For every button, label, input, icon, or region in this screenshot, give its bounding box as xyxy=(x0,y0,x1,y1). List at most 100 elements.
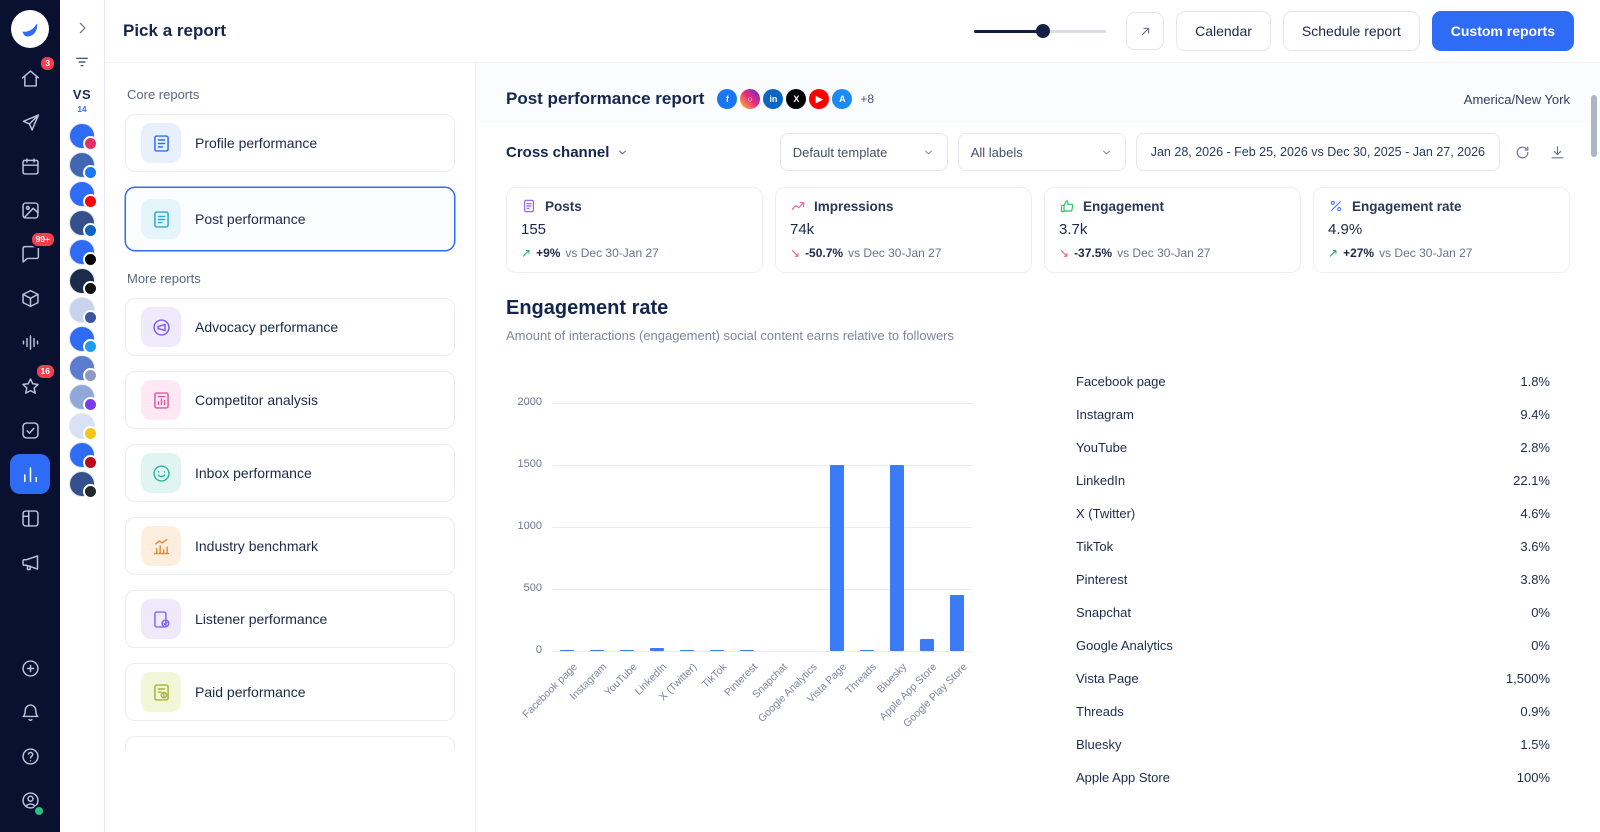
sidebar-item-listening[interactable] xyxy=(10,322,50,362)
posts-icon xyxy=(521,198,537,214)
schedule-report-button[interactable]: Schedule report xyxy=(1283,11,1420,51)
filter-profiles-icon[interactable] xyxy=(70,50,94,74)
sidebar-item-reports[interactable] xyxy=(10,454,50,494)
profile-avatar[interactable] xyxy=(69,181,95,207)
profile-avatar[interactable] xyxy=(69,442,95,468)
zoom-slider-knob[interactable] xyxy=(1036,24,1050,38)
sidebar-item-calendar[interactable] xyxy=(10,146,50,186)
rate-row-value: 100% xyxy=(1517,770,1550,785)
rate-row-name: X (Twitter) xyxy=(1076,506,1135,521)
profile-avatar[interactable] xyxy=(69,326,95,352)
collapse-panel-chevron-icon[interactable] xyxy=(70,16,94,40)
report-card-post-performance[interactable]: Post performance xyxy=(125,187,455,251)
download-icon[interactable] xyxy=(1545,140,1570,165)
rate-row-tiktok: TikTok3.6% xyxy=(1076,530,1550,563)
report-card-competitor-analysis[interactable]: Competitor analysis xyxy=(125,371,455,429)
sidebar-item-notifications[interactable] xyxy=(10,692,50,732)
bar-vista-page xyxy=(830,465,844,651)
sidebar-item-inbox[interactable]: 99+ xyxy=(10,234,50,274)
profile-avatar[interactable] xyxy=(69,152,95,178)
profile-avatar[interactable] xyxy=(69,239,95,265)
listener-report-icon xyxy=(141,599,181,639)
report-card-partial[interactable] xyxy=(125,736,455,750)
report-card-advocacy-performance[interactable]: Advocacy performance xyxy=(125,298,455,356)
delta-percent: +27% xyxy=(1343,246,1374,260)
instagram-icon[interactable]: ○ xyxy=(740,89,760,109)
sidebar-item-publishing[interactable] xyxy=(10,102,50,142)
report-card-listener-performance[interactable]: Listener performance xyxy=(125,590,455,648)
profile-avatar[interactable] xyxy=(69,210,95,236)
date-range-picker[interactable]: Jan 28, 2026 - Feb 25, 2026 vs Dec 30, 2… xyxy=(1136,133,1500,171)
sidebar-item-home[interactable]: 3 xyxy=(10,58,50,98)
app-logo[interactable] xyxy=(11,10,49,48)
calendar-button[interactable]: Calendar xyxy=(1176,11,1271,51)
delta-compare-label: vs Dec 30-Jan 27 xyxy=(1117,246,1210,260)
report-card-paid-performance[interactable]: Paid performance xyxy=(125,663,455,721)
report-controls: Default template All labels Jan 28, 2026… xyxy=(780,133,1570,171)
report-card-industry-benchmark[interactable]: Industry benchmark xyxy=(125,517,455,575)
profile-avatar[interactable] xyxy=(69,384,95,410)
notification-badge: 16 xyxy=(35,363,56,380)
expand-icon[interactable] xyxy=(1126,12,1164,50)
help-circle-icon xyxy=(20,746,41,767)
youtube-icon[interactable]: ▶ xyxy=(809,89,829,109)
x-twitter-icon[interactable]: X xyxy=(786,89,806,109)
rate-row-value: 9.4% xyxy=(1520,407,1550,422)
profile-group[interactable]: VS 14 xyxy=(73,86,91,114)
report-card-profile-performance[interactable]: Profile performance xyxy=(125,114,455,172)
platform-badge-icon xyxy=(83,339,98,354)
custom-reports-button[interactable]: Custom reports xyxy=(1432,11,1574,51)
gridline xyxy=(552,465,972,466)
rate-row-name: Pinterest xyxy=(1076,572,1127,587)
sidebar-item-add[interactable] xyxy=(10,648,50,688)
platform-badge-icon xyxy=(83,455,98,470)
delta-percent: +9% xyxy=(536,246,560,260)
sidebar-item-advocacy[interactable] xyxy=(10,542,50,582)
rate-row-value: 3.8% xyxy=(1520,572,1550,587)
report-card-label: Inbox performance xyxy=(195,465,312,481)
gridline xyxy=(552,527,972,528)
delta-percent: -37.5% xyxy=(1074,246,1112,260)
sidebar-item-media[interactable] xyxy=(10,190,50,230)
rate-row-name: TikTok xyxy=(1076,539,1113,554)
linkedin-icon[interactable]: in xyxy=(763,89,783,109)
media-icon xyxy=(20,200,41,221)
stat-delta: ↗+9%vs Dec 30-Jan 27 xyxy=(521,246,748,260)
rate-row-apple-app-store: Apple App Store100% xyxy=(1076,761,1550,794)
profile-avatar[interactable] xyxy=(69,355,95,381)
sidebar-item-account[interactable] xyxy=(10,780,50,820)
rate-row-linkedin: LinkedIn22.1% xyxy=(1076,464,1550,497)
refresh-icon[interactable] xyxy=(1510,140,1535,165)
stat-card-engagement: Engagement3.7k↘-37.5%vs Dec 30-Jan 27 xyxy=(1044,187,1301,273)
facebook-icon[interactable]: f xyxy=(717,89,737,109)
top-actions: Calendar Schedule report Custom reports xyxy=(974,11,1574,51)
sidebar-item-help[interactable] xyxy=(10,736,50,776)
viz-row: 0500100015002000Facebook pageInstagramYo… xyxy=(506,351,1570,794)
rate-row-name: Instagram xyxy=(1076,407,1134,422)
profile-avatar[interactable] xyxy=(69,297,95,323)
extra-platforms-count[interactable]: +8 xyxy=(860,92,874,106)
profile-avatar[interactable] xyxy=(69,123,95,149)
report-card-label: Advocacy performance xyxy=(195,319,338,335)
labels-select[interactable]: All labels xyxy=(958,133,1126,171)
platform-badge-icon xyxy=(83,368,98,383)
sidebar-item-social-box[interactable] xyxy=(10,278,50,318)
scrollbar[interactable] xyxy=(1591,95,1597,157)
sidebar-item-boards[interactable] xyxy=(10,498,50,538)
zoom-slider[interactable] xyxy=(974,24,1106,38)
template-select[interactable]: Default template xyxy=(780,133,948,171)
channel-select[interactable]: Cross channel xyxy=(506,144,629,161)
profile-avatar[interactable] xyxy=(69,471,95,497)
app-store-icon[interactable]: A xyxy=(832,89,852,109)
platform-badge-icon xyxy=(83,252,98,267)
sidebar-item-reviews[interactable]: 16 xyxy=(10,366,50,406)
report-card-inbox-performance[interactable]: Inbox performance xyxy=(125,444,455,502)
rate-row-value: 0% xyxy=(1531,605,1550,620)
profile-avatar[interactable] xyxy=(69,268,95,294)
profile-avatar[interactable] xyxy=(69,413,95,439)
primary-sidebar: 3 99+ 16 xyxy=(0,0,60,832)
sidebar-item-tasks[interactable] xyxy=(10,410,50,450)
zoom-slider-fill xyxy=(974,30,1043,33)
profile-group-count: 14 xyxy=(73,105,91,114)
top-bar: Pick a report Calendar Schedule report C… xyxy=(105,0,1600,63)
